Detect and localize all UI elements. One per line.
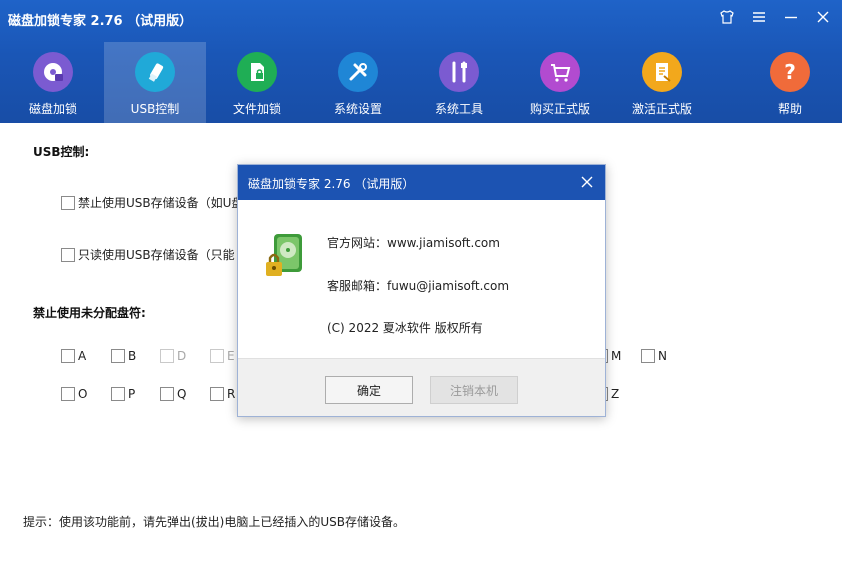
disk-lock-icon (33, 52, 73, 92)
cart-icon (540, 52, 580, 92)
drive-checkbox[interactable] (61, 387, 75, 401)
ok-button[interactable]: 确定 (325, 376, 413, 404)
menu-icon[interactable] (750, 8, 768, 26)
tab-file-lock[interactable]: 文件加锁 (206, 42, 308, 123)
tab-label: 激活正式版 (631, 102, 692, 116)
drive-n[interactable]: N (641, 349, 667, 363)
dialog-body: 官方网站：www.jiamisoft.com 客服邮箱：fuwu@jiamiso… (238, 200, 605, 358)
drive-checkbox[interactable] (641, 349, 655, 363)
readonly-usb-label: 只读使用USB存储设备（只能 (78, 248, 235, 262)
readonly-usb-checkbox[interactable] (61, 247, 75, 262)
drive-label: A (78, 349, 87, 363)
copyright-text: (C) 2022 夏冰软件 版权所有 (327, 321, 483, 335)
window-controls (718, 8, 832, 26)
drive-label: P (128, 387, 136, 401)
drives-section-title: 禁止使用未分配盘符: (33, 306, 146, 320)
drive-label: O (78, 387, 88, 401)
usb-section-title: USB控制: (33, 145, 90, 159)
disk-lock-logo-icon (262, 232, 306, 282)
drive-b[interactable]: B (111, 349, 136, 363)
activate-icon (642, 52, 682, 92)
drive-label: M (611, 349, 622, 363)
about-dialog: 磁盘加锁专家 2.76 （试用版） 官方网站：www.jiamisoft.com… (237, 164, 606, 417)
drive-o[interactable]: O (61, 387, 87, 401)
tab-label: 系统工具 (434, 102, 483, 116)
email-text: 客服邮箱：fuwu@jiamisoft.com (327, 279, 510, 293)
drive-label: B (128, 349, 137, 363)
app-title: 磁盘加锁专家 2.76 （试用版） (8, 14, 193, 29)
tab-label: 购买正式版 (529, 102, 590, 116)
wrench-icon (439, 52, 479, 92)
tab-label: 系统设置 (333, 102, 382, 116)
block-usb-checkbox[interactable] (61, 195, 75, 210)
shirt-icon[interactable] (718, 8, 736, 26)
tab-disk-lock[interactable]: 磁盘加锁 (2, 42, 104, 123)
drive-r[interactable]: R (210, 387, 235, 401)
drive-label: D (177, 349, 187, 363)
main-tabs: 磁盘加锁 USB控制 文件加锁 系统设置 系统工具 购买正式版 激活正式版 ? … (0, 42, 842, 123)
drive-checkbox (210, 349, 224, 363)
svg-text:?: ? (784, 60, 796, 84)
tab-help[interactable]: ? 帮助 (739, 42, 841, 123)
drive-d: D (160, 349, 186, 363)
dialog-footer: 确定 注销本机 (238, 358, 605, 416)
website-text: 官方网站：www.jiamisoft.com (327, 236, 500, 250)
tab-label: 磁盘加锁 (28, 102, 77, 116)
dialog-titlebar: 磁盘加锁专家 2.76 （试用版） (238, 165, 605, 200)
drive-e: E (210, 349, 235, 363)
tab-label: 文件加锁 (232, 102, 281, 116)
drive-label: Q (177, 387, 187, 401)
drive-checkbox[interactable] (111, 387, 125, 401)
drive-label: N (658, 349, 667, 363)
tab-system-settings[interactable]: 系统设置 (307, 42, 409, 123)
usage-tip: 提示：使用该功能前，请先弹出(拔出)电脑上已经插入的USB存储设备。 (23, 515, 405, 529)
drive-q[interactable]: Q (160, 387, 186, 401)
tab-activate[interactable]: 激活正式版 (611, 42, 713, 123)
help-icon: ? (770, 52, 810, 92)
tab-usb-control[interactable]: USB控制 (104, 42, 206, 123)
logout-machine-button: 注销本机 (430, 376, 518, 404)
close-icon[interactable] (814, 8, 832, 26)
drive-checkbox[interactable] (160, 387, 174, 401)
drive-checkbox[interactable] (61, 349, 75, 363)
tab-label: USB控制 (130, 102, 180, 116)
close-icon[interactable] (579, 174, 595, 190)
usb-icon (135, 52, 175, 92)
tab-label: 帮助 (777, 102, 802, 116)
drive-p[interactable]: P (111, 387, 135, 401)
header-bar: 磁盘加锁专家 2.76 （试用版） 磁盘加锁 USB控制 文件加锁 系统设置 系… (0, 0, 842, 123)
tab-buy[interactable]: 购买正式版 (509, 42, 611, 123)
drive-checkbox[interactable] (210, 387, 224, 401)
tab-system-tools[interactable]: 系统工具 (408, 42, 510, 123)
drive-label: E (227, 349, 235, 363)
dialog-title: 磁盘加锁专家 2.76 （试用版） (248, 177, 415, 191)
drive-label: Z (611, 387, 620, 401)
minimize-icon[interactable] (782, 8, 800, 26)
drive-a[interactable]: A (61, 349, 86, 363)
option-readonly-usb[interactable]: 只读使用USB存储设备（只能 (61, 246, 235, 263)
drive-checkbox[interactable] (111, 349, 125, 363)
drive-checkbox (160, 349, 174, 363)
option-block-usb[interactable]: 禁止使用USB存储设备（如U盘 (61, 194, 243, 211)
file-lock-icon (237, 52, 277, 92)
drive-label: R (227, 387, 236, 401)
tools-icon (338, 52, 378, 92)
block-usb-label: 禁止使用USB存储设备（如U盘 (78, 196, 244, 210)
